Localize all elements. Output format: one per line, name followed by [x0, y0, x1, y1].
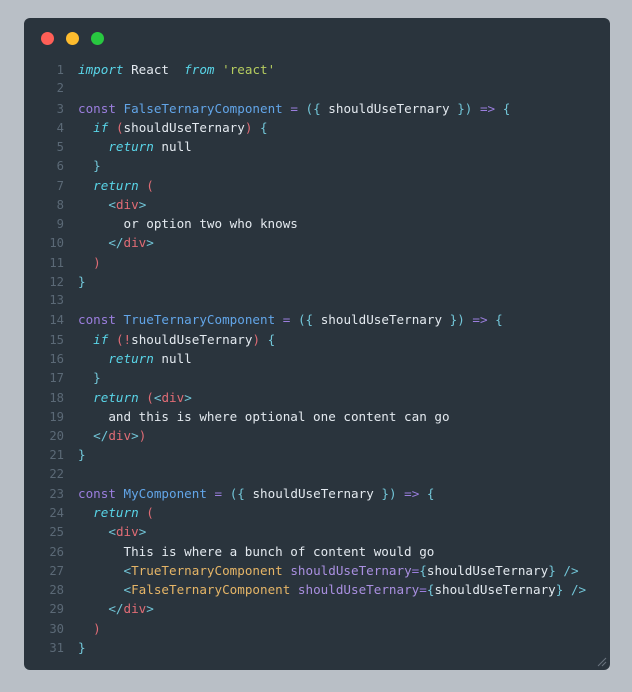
code-line: 9 or option two who knows — [34, 214, 610, 233]
maximize-button[interactable] — [91, 31, 104, 45]
line-number: 10 — [49, 236, 64, 251]
line-number: 13 — [49, 293, 64, 308]
code-line: 19 and this is where optional one conten… — [34, 407, 610, 426]
code-content[interactable]: 1 import React from 'react' 2 3 const Fa… — [24, 58, 610, 657]
line-number: 28 — [49, 583, 64, 598]
line-code: return null — [108, 139, 192, 155]
line-number: 5 — [56, 140, 64, 155]
line-code: } — [93, 370, 101, 386]
line-number: 26 — [49, 544, 64, 559]
line-code: if (shouldUseTernary) { — [93, 119, 268, 135]
close-button[interactable] — [41, 31, 54, 45]
line-code: return ( — [93, 505, 154, 521]
line-number: 16 — [49, 351, 64, 366]
line-number: 31 — [49, 640, 64, 655]
line-code: const TrueTernaryComponent = ({ shouldUs… — [78, 312, 503, 328]
line-number: 23 — [49, 486, 64, 501]
code-line: 18 return (<div> — [34, 388, 610, 407]
line-number: 29 — [49, 602, 64, 617]
resize-handle-icon[interactable] — [593, 653, 607, 667]
line-code: <TrueTernaryComponent shouldUseTernary={… — [123, 562, 579, 578]
line-code: const FalseTernaryComponent = ({ shouldU… — [78, 100, 511, 116]
line-code: } — [78, 447, 86, 463]
line-code: const MyComponent = ({ shouldUseTernary … — [78, 485, 435, 501]
line-number: 22 — [49, 466, 64, 481]
line-number: 21 — [49, 448, 64, 463]
code-line: 30 ) — [34, 619, 610, 638]
line-number: 6 — [56, 159, 64, 174]
code-line: 13 — [34, 291, 610, 310]
code-line: 23 const MyComponent = ({ shouldUseTerna… — [34, 484, 610, 503]
line-code: ) — [93, 620, 101, 636]
code-line: 27 <TrueTernaryComponent shouldUseTernar… — [34, 561, 610, 580]
line-number: 1 — [56, 63, 64, 77]
line-code: </div>) — [93, 428, 147, 444]
line-code: and this is where optional one content c… — [78, 408, 450, 424]
code-line: 21 } — [34, 445, 610, 464]
line-number: 4 — [56, 120, 64, 135]
code-line: 31 } — [34, 638, 610, 657]
code-line: 6 } — [34, 156, 610, 175]
line-number: 12 — [49, 274, 64, 289]
minimize-button[interactable] — [66, 31, 79, 45]
line-code: return (<div> — [93, 389, 192, 405]
line-code: </div> — [108, 601, 154, 617]
line-code: if (!shouldUseTernary) { — [93, 331, 276, 347]
line-code: } — [78, 639, 86, 655]
line-code: or option two who knows — [78, 216, 298, 232]
line-number: 30 — [49, 621, 64, 636]
code-line: 12 } — [34, 272, 610, 291]
line-code: <div> — [108, 524, 147, 540]
line-number: 24 — [49, 506, 64, 521]
line-number: 8 — [56, 197, 64, 212]
line-code: ) — [93, 254, 101, 270]
line-code: <div> — [108, 196, 147, 212]
code-line: 4 if (shouldUseTernary) { — [34, 118, 610, 137]
window-titlebar — [24, 18, 610, 58]
line-number: 7 — [56, 178, 64, 193]
line-code: </div> — [108, 235, 154, 251]
code-line: 16 return null — [34, 349, 610, 368]
code-line: 26 This is where a bunch of content woul… — [34, 542, 610, 561]
code-line: 11 ) — [34, 253, 610, 272]
code-line: 22 — [34, 465, 610, 484]
code-line: 10 </div> — [34, 233, 610, 252]
code-line: 3 const FalseTernaryComponent = ({ shoul… — [34, 99, 610, 118]
code-line: 24 return ( — [34, 503, 610, 522]
line-code: <FalseTernaryComponent shouldUseTernary=… — [123, 582, 587, 598]
line-number: 15 — [49, 332, 64, 347]
line-code: } — [93, 158, 101, 174]
line-code: } — [78, 273, 86, 289]
code-line: 20 </div>) — [34, 426, 610, 445]
line-number: 11 — [49, 255, 64, 270]
line-code: import React from 'react' — [78, 62, 276, 77]
line-code: return null — [108, 350, 192, 366]
line-number: 14 — [49, 313, 64, 328]
line-number: 17 — [49, 371, 64, 386]
code-line: 2 — [34, 79, 610, 98]
line-number: 20 — [49, 429, 64, 444]
line-number: 25 — [49, 525, 64, 540]
code-editor-window: 1 import React from 'react' 2 3 const Fa… — [24, 18, 610, 670]
code-line: 14 const TrueTernaryComponent = ({ shoul… — [34, 310, 610, 329]
line-number: 18 — [49, 390, 64, 405]
code-line: 1 import React from 'react' — [34, 60, 610, 79]
line-number: 19 — [49, 409, 64, 424]
code-line: 28 <FalseTernaryComponent shouldUseTerna… — [34, 580, 610, 599]
line-number: 2 — [56, 81, 64, 96]
line-code: This is where a bunch of content would g… — [78, 543, 435, 559]
code-line: 29 </div> — [34, 599, 610, 618]
code-line: 8 <div> — [34, 195, 610, 214]
code-line: 5 return null — [34, 137, 610, 156]
line-code: return ( — [93, 177, 154, 193]
code-line: 7 return ( — [34, 176, 610, 195]
line-number: 27 — [49, 563, 64, 578]
line-number: 9 — [56, 217, 64, 232]
code-line: 15 if (!shouldUseTernary) { — [34, 330, 610, 349]
line-number: 3 — [56, 101, 64, 116]
code-line: 17 } — [34, 368, 610, 387]
code-line: 25 <div> — [34, 522, 610, 541]
